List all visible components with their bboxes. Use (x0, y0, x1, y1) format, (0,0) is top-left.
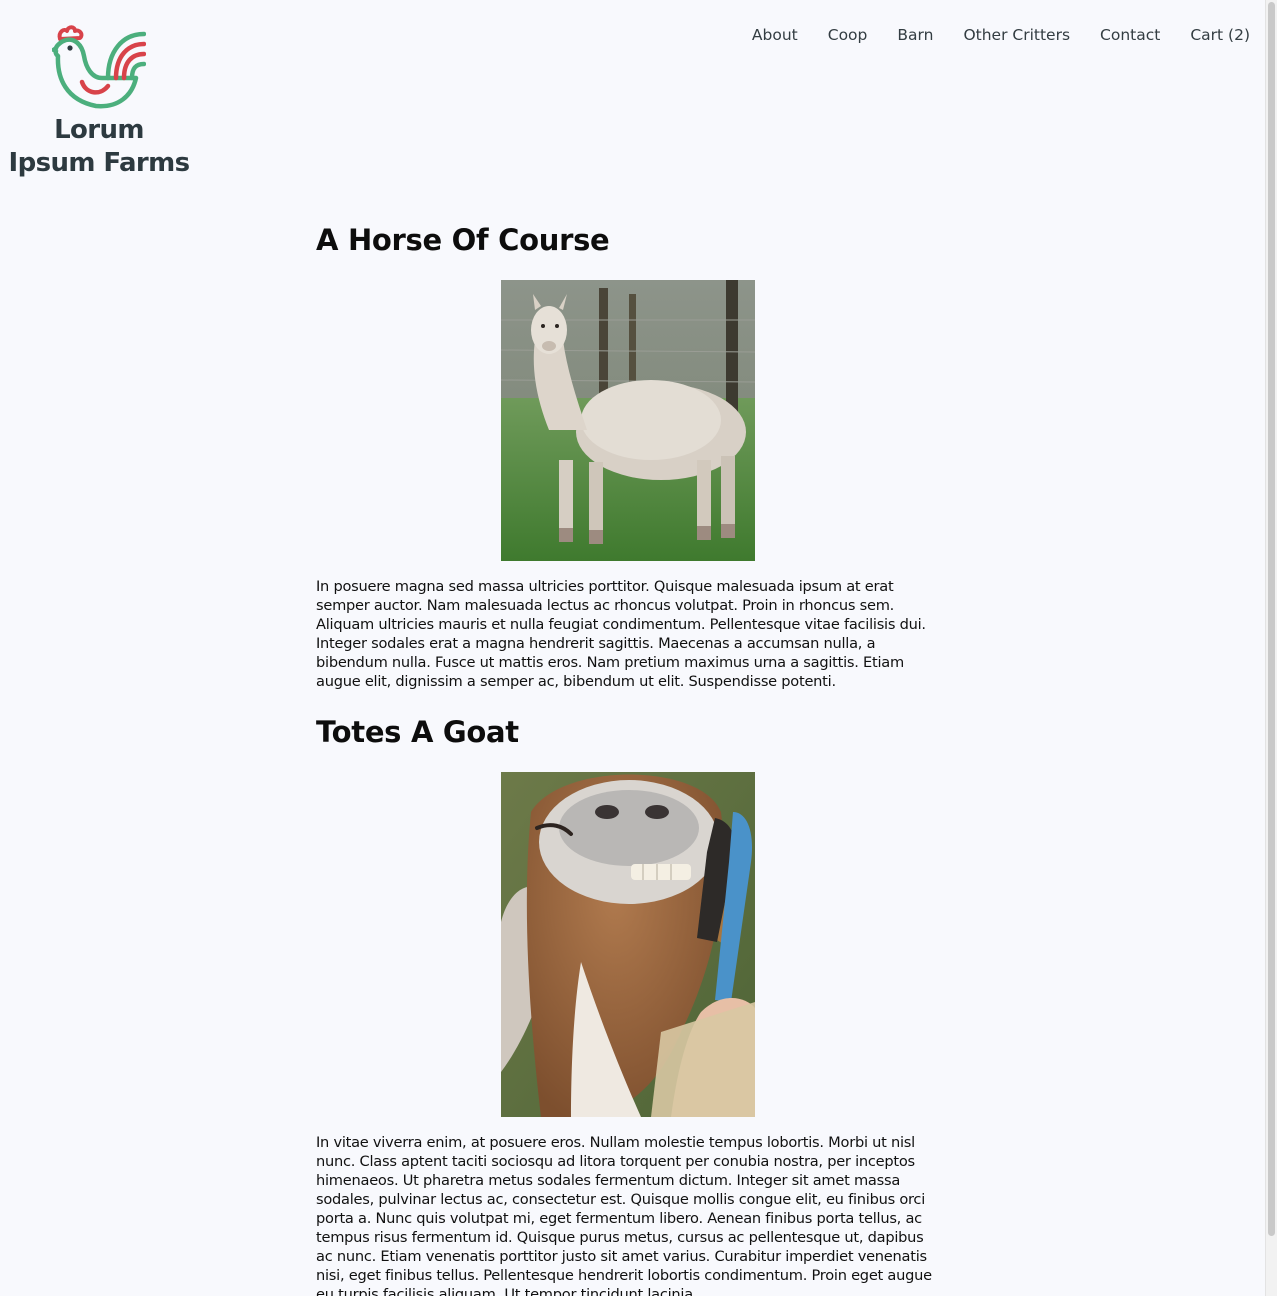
site-logo[interactable]: Lorum Ipsum Farms (8, 22, 198, 178)
section-title: A Horse Of Course (316, 223, 610, 257)
page: Lorum Ipsum Farms About Coop Barn Other … (0, 0, 1277, 1296)
rooster-logo-icon (52, 25, 146, 109)
alpaca-photo (501, 280, 755, 561)
nav-link-about[interactable]: About (752, 24, 798, 46)
article-section: A Horse Of Course In posuere magna sed m… (316, 221, 940, 691)
brand-name-line2: Ipsum Farms (8, 148, 191, 178)
section-title: Totes A Goat (316, 715, 519, 749)
main-nav: About Coop Barn Other Critters Contact C… (722, 24, 1250, 46)
page-scrollbar[interactable] (1265, 0, 1277, 1296)
nav-link-other-critters[interactable]: Other Critters (963, 24, 1070, 46)
goat-photo (501, 772, 755, 1117)
section-body: In posuere magna sed massa ultricies por… (316, 578, 926, 690)
nav-link-contact[interactable]: Contact (1100, 24, 1160, 46)
nav-link-barn[interactable]: Barn (897, 24, 933, 46)
scrollbar-thumb[interactable] (1268, 2, 1275, 1236)
nav-link-coop[interactable]: Coop (828, 24, 868, 46)
brand-name-line1: Lorum (54, 115, 144, 145)
section-body: In vitae viverra enim, at posuere eros. … (316, 1134, 932, 1296)
article-section: Totes A Goat In vitae viverra enim, at p… (316, 713, 940, 1296)
nav-link-cart[interactable]: Cart (2) (1190, 24, 1250, 46)
main-content: A Horse Of Course In posuere magna sed m… (316, 221, 940, 1296)
